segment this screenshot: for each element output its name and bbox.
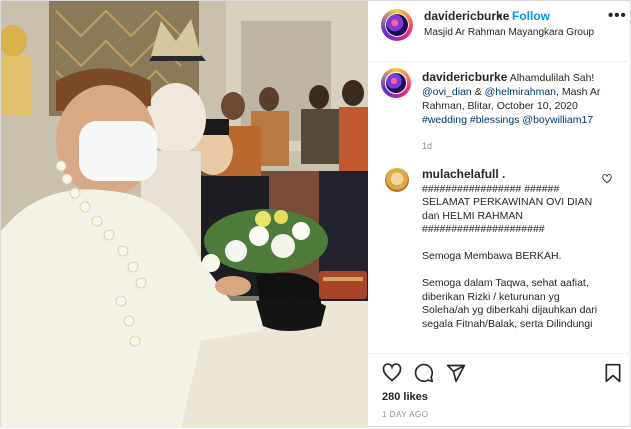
wedding-photo bbox=[1, 1, 368, 428]
likes-count[interactable]: 280 likes bbox=[382, 391, 428, 403]
hashtag-link[interactable]: #blessings bbox=[470, 114, 520, 126]
commenter-avatar[interactable] bbox=[385, 168, 409, 192]
mention-link[interactable]: @boywilliam17 bbox=[522, 114, 593, 126]
mention-link[interactable]: @ovi_dian bbox=[422, 86, 472, 98]
instagram-post: davidericburke • Follow Masjid Ar Rahman… bbox=[0, 0, 631, 428]
post-photo[interactable] bbox=[1, 1, 368, 428]
hashtag-link[interactable]: #wedding bbox=[422, 114, 467, 126]
comment-icon[interactable] bbox=[414, 363, 434, 383]
comment-item: mulachelafull . ################# ######… bbox=[422, 167, 608, 331]
caption-avatar[interactable] bbox=[381, 68, 411, 98]
post-actions: 280 likes 1 DAY AGO bbox=[368, 353, 631, 429]
heart-icon[interactable] bbox=[382, 363, 402, 383]
caption-text: & bbox=[474, 86, 482, 98]
commenter-username[interactable]: mulachelafull . bbox=[422, 167, 505, 181]
more-options-button[interactable]: ••• bbox=[608, 7, 627, 24]
caption-timestamp[interactable]: 1d bbox=[422, 141, 432, 151]
share-icon[interactable] bbox=[446, 363, 466, 383]
mention-link[interactable]: @helmirahman bbox=[485, 86, 556, 98]
author-avatar[interactable] bbox=[381, 9, 413, 41]
caption-text: Alhamdulilah Sah! bbox=[509, 72, 595, 84]
caption-username[interactable]: davidericburke bbox=[422, 70, 507, 84]
bookmark-icon[interactable] bbox=[604, 363, 622, 383]
post-caption: davidericburke Alhamdulilah Sah! @ovi_di… bbox=[422, 70, 618, 127]
post-side-panel: davidericburke • Follow Masjid Ar Rahman… bbox=[368, 1, 631, 428]
avatar-image bbox=[386, 14, 408, 36]
post-timestamp[interactable]: 1 DAY AGO bbox=[382, 410, 428, 419]
separator-dot: • bbox=[498, 9, 503, 23]
like-comment-icon[interactable] bbox=[602, 174, 612, 184]
post-header: davidericburke • Follow Masjid Ar Rahman… bbox=[368, 1, 631, 62]
author-username[interactable]: davidericburke bbox=[424, 9, 509, 23]
avatar-image bbox=[386, 73, 406, 93]
comment-text: ################# ###### SELAMAT PERKAWI… bbox=[422, 182, 598, 330]
follow-button[interactable]: Follow bbox=[512, 9, 550, 23]
comments-section[interactable]: davidericburke Alhamdulilah Sah! @ovi_di… bbox=[368, 62, 631, 352]
location-link[interactable]: Masjid Ar Rahman Mayangkara Group bbox=[424, 27, 594, 38]
